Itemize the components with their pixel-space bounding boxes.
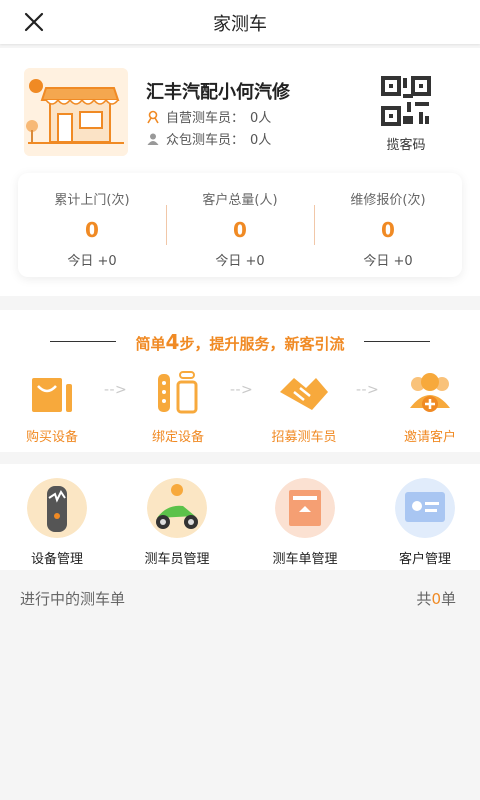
orders-count-post: 单 (440, 590, 456, 608)
step-buy-device[interactable]: 购买设备 (2, 370, 102, 445)
management-grid: 设备管理 测车员管理 测车单管理 客户管理 (0, 464, 480, 570)
orders-header: 进行中的测车单 共0单 (0, 582, 480, 616)
step-label: 招募测车员 (271, 430, 337, 445)
stat-label: 客户总量(人) (202, 193, 278, 208)
qr-code-button[interactable]: 揽客码 (378, 76, 434, 153)
management-label: 测车员管理 (144, 552, 210, 567)
scooter-icon (147, 478, 207, 538)
stat-visits[interactable]: 累计上门(次) 0 今日 +0 (18, 173, 166, 277)
page-title: 家测车 (213, 14, 267, 35)
crowd-staff-label: 众包测车员： (166, 133, 245, 148)
bind-device-icon (158, 371, 198, 414)
qr-code-icon (381, 76, 431, 126)
person-icon (147, 133, 159, 145)
management-label: 设备管理 (30, 552, 83, 567)
device-icon (27, 478, 87, 538)
self-staff-label: 自营测车员： (166, 111, 245, 126)
order-icon (275, 478, 335, 538)
orders-count-pre: 共 (416, 590, 432, 608)
shopping-bag-icon (32, 378, 72, 412)
steps-heading: 简单4步，提升服务，新客引流 (0, 330, 480, 354)
stat-today: 今日 +0 (215, 254, 265, 269)
stat-value: 0 (233, 218, 247, 242)
steps-section: 简单4步，提升服务，新客引流 购买设备 - - > 绑定设备 - - > 招募测… (0, 310, 480, 452)
step-label: 购买设备 (25, 430, 78, 445)
stat-label: 累计上门(次) (54, 193, 130, 208)
store-name: 汇丰汽配小何汽修 (146, 82, 290, 103)
customer-management[interactable]: 客户管理 (370, 478, 480, 567)
crowd-staff-row: 众包测车员： 0人 (146, 129, 271, 148)
management-label: 客户管理 (398, 552, 451, 567)
self-staff-row: 自营测车员： 0人 (146, 107, 271, 126)
step-bind-device[interactable]: 绑定设备 (128, 370, 228, 445)
handshake-icon (280, 378, 328, 410)
steps-title-pre: 简单 (135, 335, 166, 353)
stat-customers[interactable]: 客户总量(人) 0 今日 +0 (166, 173, 314, 277)
stat-label: 维修报价(次) (350, 193, 426, 208)
orders-count: 共0单 (416, 588, 456, 609)
storefront-image (24, 68, 128, 156)
stat-value: 0 (85, 218, 99, 242)
crowd-staff-count: 0人 (250, 133, 272, 148)
qr-code-label: 揽客码 (386, 138, 426, 153)
order-management[interactable]: 测车单管理 (250, 478, 360, 567)
step-arrow-icon: - - > (104, 382, 127, 398)
staff-management[interactable]: 测车员管理 (122, 478, 232, 567)
device-management[interactable]: 设备管理 (2, 478, 112, 567)
management-label: 测车单管理 (272, 552, 338, 567)
step-arrow-icon: - - > (230, 382, 253, 398)
steps-title-num: 4 (165, 330, 180, 354)
steps-title-post: 步，提升服务，新客引流 (179, 335, 345, 353)
stat-today: 今日 +0 (363, 254, 413, 269)
stats-panel: 累计上门(次) 0 今日 +0 客户总量(人) 0 今日 +0 维修报价(次) … (18, 173, 462, 277)
divider (364, 341, 430, 342)
customer-card-icon (395, 478, 455, 538)
step-invite-customer[interactable]: 邀请客户 (380, 370, 480, 445)
step-label: 绑定设备 (151, 430, 204, 445)
orders-count-value: 0 (431, 590, 441, 608)
step-label: 邀请客户 (403, 430, 456, 445)
stat-value: 0 (381, 218, 395, 242)
staff-badge-icon (147, 110, 159, 123)
orders-title: 进行中的测车单 (20, 590, 126, 608)
invite-user-icon (410, 373, 450, 412)
store-card: 汇丰汽配小何汽修 自营测车员： 0人 众包测车员： 0人 揽客码 累计上门(次)… (0, 48, 480, 296)
top-nav: 家测车 (0, 0, 480, 44)
stat-today: 今日 +0 (67, 254, 117, 269)
self-staff-count: 0人 (250, 111, 272, 126)
step-recruit-staff[interactable]: 招募测车员 (254, 370, 354, 445)
step-arrow-icon: - - > (356, 382, 379, 398)
divider (50, 341, 116, 342)
stat-quotes[interactable]: 维修报价(次) 0 今日 +0 (314, 173, 462, 277)
